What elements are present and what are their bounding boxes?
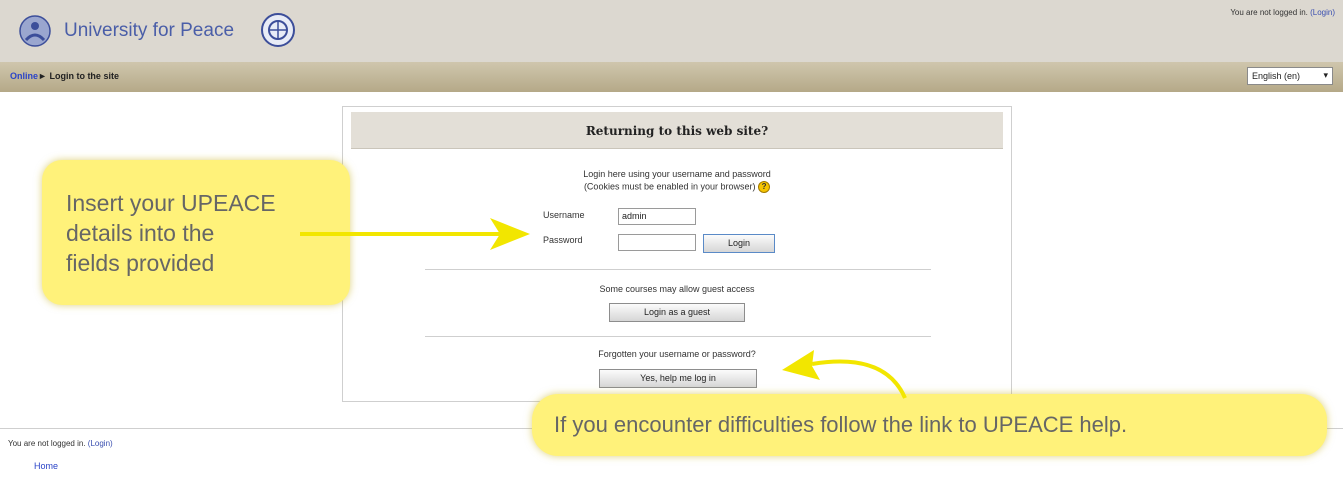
password-field[interactable] <box>618 234 696 251</box>
login-box: Returning to this web site? Login here u… <box>342 106 1012 402</box>
help-icon[interactable]: ? <box>758 181 771 193</box>
login-as-guest-button[interactable]: Login as a guest <box>609 303 745 322</box>
breadcrumb-current: Login to the site <box>49 71 119 81</box>
login-intro-line2: (Cookies must be enabled in your browser… <box>343 181 1011 193</box>
language-selected-value: English (en) <box>1252 71 1301 81</box>
login-intro-line1: Login here using your username and passw… <box>583 169 771 179</box>
fields-callout-text: Insert your UPEACE details into the fiel… <box>66 190 276 276</box>
site-header: University for Peace You are not logged … <box>0 0 1343 62</box>
username-label: Username <box>543 210 585 220</box>
username-field[interactable]: admin <box>618 208 696 225</box>
help-me-log-in-button[interactable]: Yes, help me log in <box>599 369 757 388</box>
login-link-footer[interactable]: (Login) <box>88 439 113 448</box>
help-callout-text: If you encounter difficulties follow the… <box>554 412 1128 437</box>
cookies-note: (Cookies must be enabled in your browser… <box>583 181 756 192</box>
login-button[interactable]: Login <box>703 234 775 253</box>
divider <box>425 269 931 270</box>
password-label: Password <box>543 235 583 245</box>
login-status-text: You are not logged in. <box>1230 8 1308 17</box>
divider <box>425 336 931 337</box>
breadcrumb-separator-icon: ► <box>38 71 47 81</box>
forgot-password-text: Forgotten your username or password? <box>598 349 756 359</box>
navigation-bar: Online► Login to the site English (en) ▾ <box>0 62 1343 92</box>
breadcrumb: Online► Login to the site <box>10 71 119 81</box>
fields-callout: Insert your UPEACE details into the fiel… <box>42 160 350 305</box>
login-status-top: You are not logged in. (Login) <box>1230 8 1335 17</box>
language-select[interactable]: English (en) ▾ <box>1247 67 1333 85</box>
guest-access-text: Some courses may allow guest access <box>599 284 755 294</box>
login-link-top[interactable]: (Login) <box>1310 8 1335 17</box>
chevron-down-icon: ▾ <box>1323 70 1328 80</box>
help-callout: If you encounter difficulties follow the… <box>532 394 1327 456</box>
login-box-title: Returning to this web site? <box>585 124 769 138</box>
login-status-footer: You are not logged in. (Login) <box>8 439 113 448</box>
home-link[interactable]: Home <box>34 461 58 471</box>
site-title[interactable]: University for Peace <box>64 20 234 42</box>
upeace-logo-icon[interactable] <box>18 14 52 48</box>
un-emblem-icon <box>260 12 296 48</box>
footer-login-status-text: You are not logged in. <box>8 439 86 448</box>
login-box-header: Returning to this web site? <box>351 112 1003 149</box>
breadcrumb-online-link[interactable]: Online <box>10 71 38 81</box>
